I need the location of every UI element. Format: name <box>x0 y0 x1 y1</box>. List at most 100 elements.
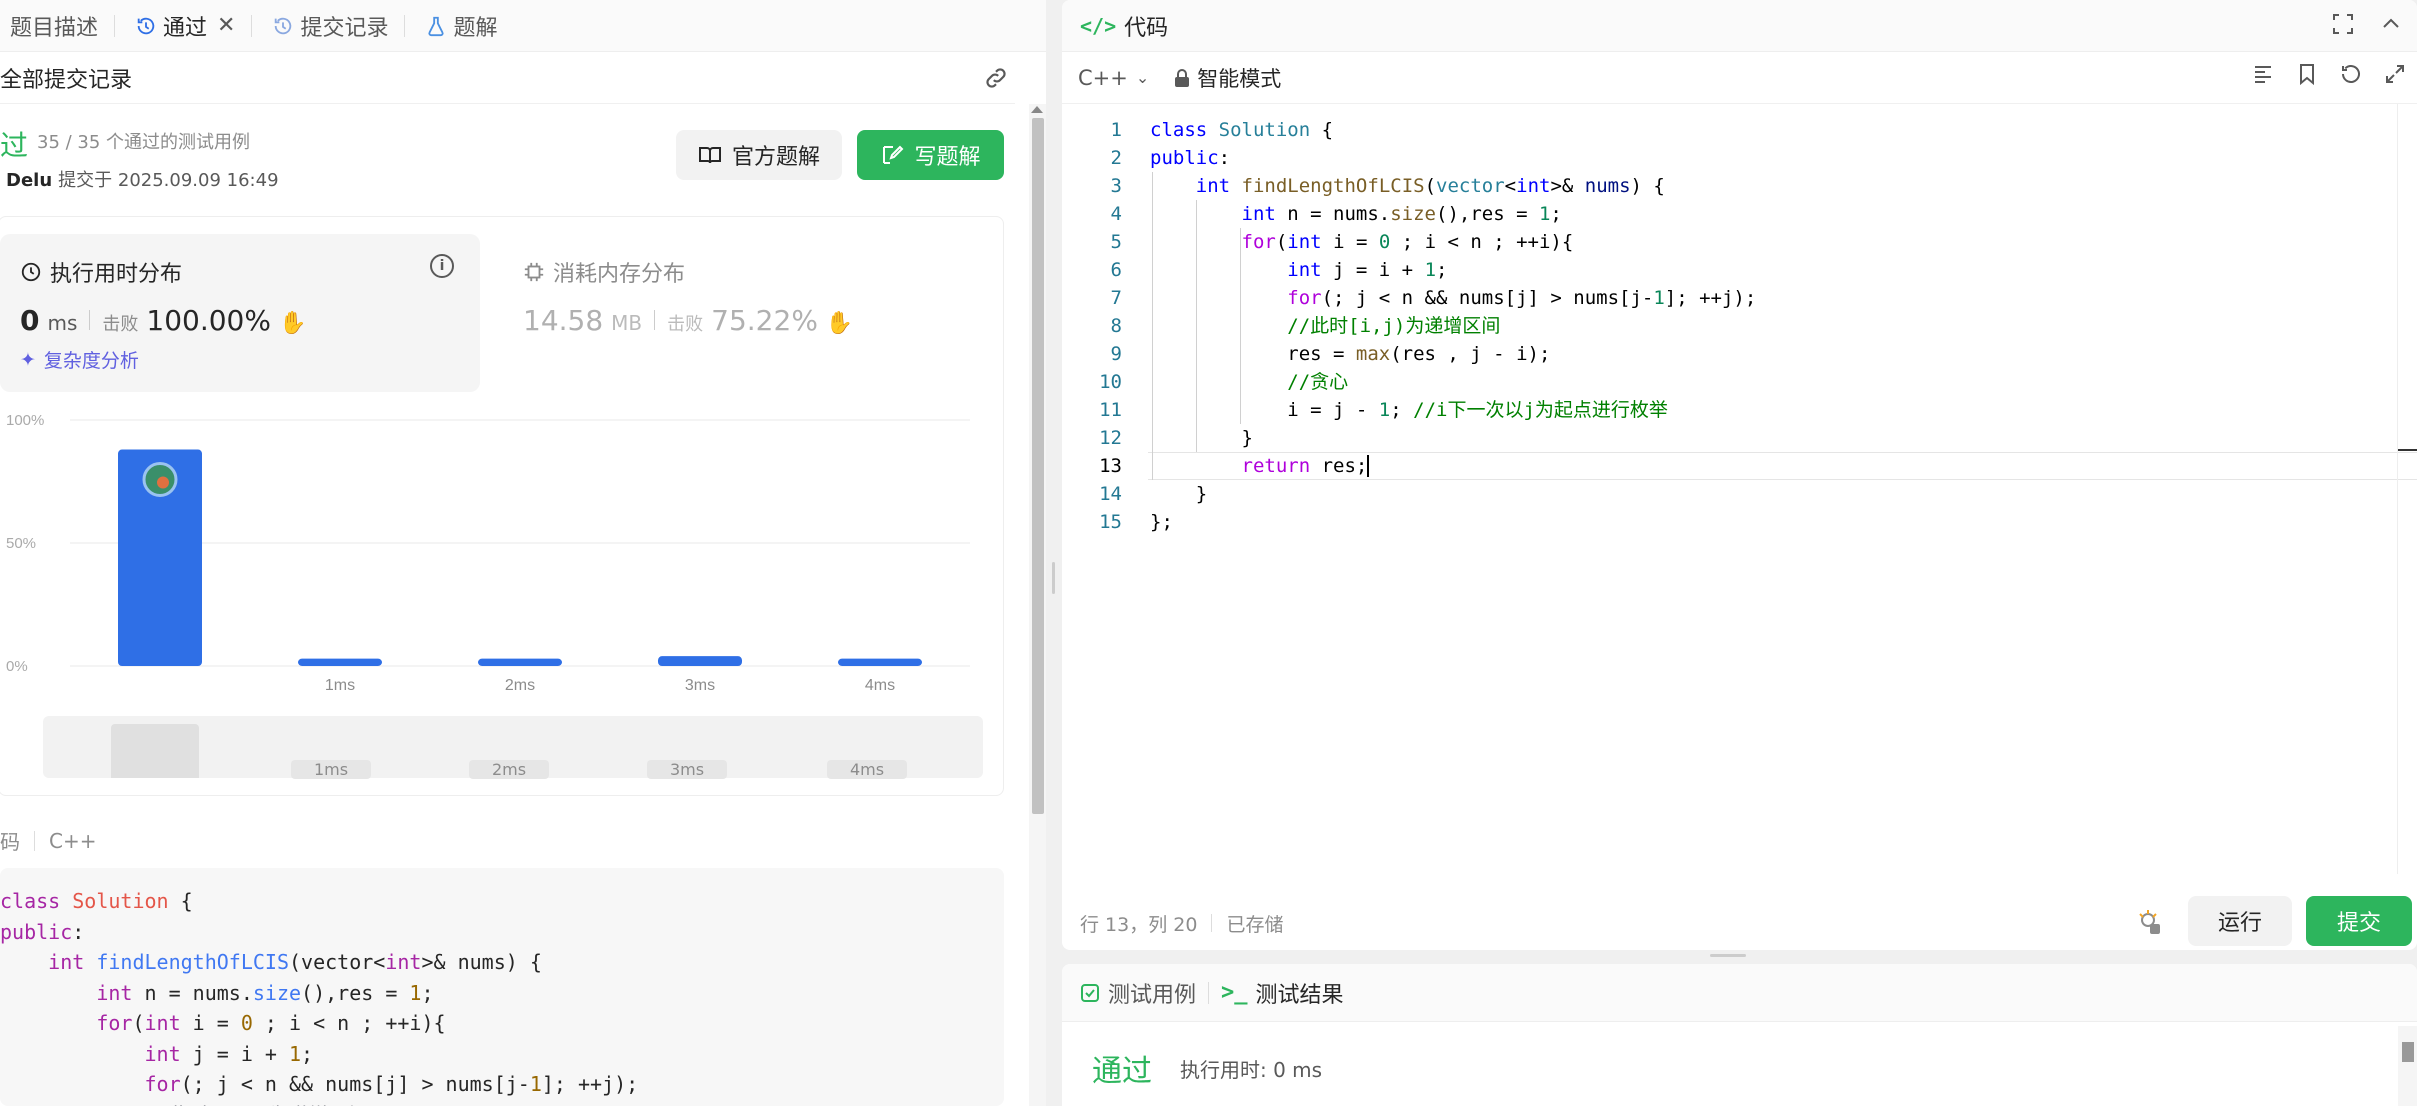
reset-icon[interactable] <box>2339 62 2363 86</box>
tab-description-label: 题目描述 <box>10 15 99 41</box>
mini-label: 1ms <box>291 760 371 779</box>
test-runtime: 执行用时: 0 ms <box>1180 1058 1323 1082</box>
submit-button[interactable]: 提交 <box>2306 896 2412 946</box>
cursor-position: 行 13，列 20 <box>1080 913 1198 936</box>
tab-test-result-label: 测试结果 <box>1255 982 1344 1008</box>
tab-separator <box>404 14 406 37</box>
line-number: 6 <box>1110 259 1122 281</box>
complexity-analysis-link[interactable]: ✦ 复杂度分析 <box>20 346 139 373</box>
mini-label: 2ms <box>469 760 549 779</box>
code-content[interactable]: class Solution { public: int findLengthO… <box>1150 110 1756 536</box>
bottom-scrollbar-thumb[interactable] <box>2402 1042 2414 1062</box>
tab-submissions[interactable]: 提交记录 <box>262 0 415 51</box>
line-number-gutter: 1 2 3 4 5 6 7 8 9 10 11 12 13 14 15 <box>1062 110 1122 536</box>
language-label: C++ <box>1078 65 1128 90</box>
book-icon <box>698 147 721 164</box>
mini-label: 4ms <box>827 760 907 779</box>
mini-range-chart[interactable]: 1ms 2ms 3ms 4ms <box>43 716 983 779</box>
history-icon <box>137 17 155 34</box>
line-number: 13 <box>1099 455 1122 477</box>
tab-separator <box>251 14 253 37</box>
link-icon[interactable] <box>983 65 1009 91</box>
chart-bar[interactable] <box>658 656 742 666</box>
tab-description[interactable]: 题目描述 <box>0 0 125 51</box>
runtime-beat-label: 击败 <box>102 314 139 335</box>
separator <box>89 310 91 330</box>
tab-solutions[interactable]: 题解 <box>415 0 507 51</box>
line-number: 11 <box>1099 399 1122 421</box>
x-tick-label: 1ms <box>325 677 355 694</box>
close-icon[interactable]: ✕ <box>217 13 235 38</box>
line-number: 7 <box>1110 287 1122 309</box>
avatar-detail <box>157 476 169 489</box>
code-icon: </> <box>1080 13 1117 38</box>
code-editor[interactable]: 1 2 3 4 5 6 7 8 9 10 11 12 13 14 15 clas… <box>1062 110 2417 890</box>
testcase-count: 35 / 35 个通过的测试用例 <box>37 132 251 153</box>
runtime-distribution-chart[interactable]: 100% 50% 0% 1ms 2ms 3ms 4ms <box>0 400 1000 700</box>
checkbox-icon <box>1081 983 1099 1002</box>
line-number: 8 <box>1110 315 1122 337</box>
format-icon[interactable] <box>2251 62 2275 86</box>
info-icon[interactable]: i <box>430 254 454 278</box>
sparkle-icon: ✦ <box>20 348 36 371</box>
all-submissions-title: 全部提交记录 <box>0 67 133 93</box>
pane-divider[interactable] <box>1046 0 1062 1106</box>
editor-header: </> 代码 <box>1062 0 2417 52</box>
line-number: 2 <box>1110 147 1122 169</box>
text-cursor <box>1367 455 1370 477</box>
code-language: C++ <box>49 828 97 853</box>
code-header: 码 C++ <box>0 826 96 855</box>
tab-test-result[interactable]: >_ 测试结果 <box>1221 977 1344 1009</box>
chart-bar[interactable] <box>298 658 382 666</box>
bookmark-icon[interactable] <box>2295 62 2319 86</box>
write-solution-button[interactable]: 写题解 <box>857 130 1004 180</box>
line-number: 1 <box>1110 119 1122 141</box>
username[interactable]: Delu <box>6 170 52 191</box>
x-tick-label: 2ms <box>505 677 535 694</box>
bottom-panel-tabs: 测试用例 >_ 测试结果 <box>1062 964 2417 1022</box>
y-tick-label: 0% <box>6 658 28 675</box>
terminal-icon: >_ <box>1221 980 1248 1005</box>
tab-submissions-label: 提交记录 <box>300 15 389 41</box>
divider-grip[interactable] <box>1052 562 1055 594</box>
tab-accepted-label: 通过 <box>163 15 208 41</box>
left-pane: 题目描述 通过 ✕ 提交记录 题解 全部提交记录 过 35 / 35 个通过的测… <box>0 0 1046 1106</box>
tab-testcase[interactable]: 测试用例 <box>1080 977 1196 1009</box>
smart-mode-label: 智能模式 <box>1197 66 1282 91</box>
flask-icon <box>428 16 445 36</box>
runtime-title: 执行用时分布 <box>20 256 182 288</box>
chart-bar[interactable] <box>478 658 562 666</box>
clap-icon: ✋ <box>825 311 854 336</box>
run-button[interactable]: 运行 <box>2188 896 2292 946</box>
language-select[interactable]: C++ ⌄ <box>1078 66 1149 90</box>
y-tick-label: 50% <box>6 535 36 552</box>
smart-mode-toggle[interactable]: 智能模式 <box>1173 63 1281 93</box>
history-icon <box>275 17 292 34</box>
fullscreen-icon[interactable] <box>2331 12 2355 36</box>
header-actions <box>2331 12 2403 36</box>
submission-header: 全部提交记录 <box>0 52 1015 104</box>
official-solution-label: 官方题解 <box>731 145 820 170</box>
editor-title: 代码 <box>1124 15 1169 41</box>
chevron-up-icon[interactable] <box>2379 12 2403 36</box>
editor-overview-ruler[interactable] <box>2397 104 2417 874</box>
memory-title[interactable]: 消耗内存分布 <box>523 256 685 288</box>
cursor-marker <box>2398 449 2417 451</box>
mini-label: 3ms <box>647 760 727 779</box>
expand-icon[interactable] <box>2383 62 2407 86</box>
bottom-scrollbar[interactable] <box>2398 1026 2417 1106</box>
official-solution-button[interactable]: 官方题解 <box>676 130 842 180</box>
tab-accepted[interactable]: 通过 ✕ <box>125 0 262 51</box>
mini-range-selector[interactable] <box>111 724 199 778</box>
panel-resize-grip[interactable] <box>1710 954 1746 957</box>
separator <box>654 310 656 330</box>
chart-bar[interactable] <box>838 658 922 666</box>
scroll-up-arrow-icon[interactable] <box>1031 106 1043 113</box>
line-number: 12 <box>1099 427 1122 449</box>
runtime-title-label: 执行用时分布 <box>50 262 183 287</box>
separator <box>1208 981 1210 1004</box>
save-status: 已存储 <box>1226 913 1284 936</box>
scrollbar-thumb[interactable] <box>1032 118 1044 814</box>
bottom-panel: 测试用例 >_ 测试结果 通过 执行用时: 0 ms <box>1062 964 2417 1106</box>
ai-assist-icon[interactable] <box>2134 908 2162 936</box>
